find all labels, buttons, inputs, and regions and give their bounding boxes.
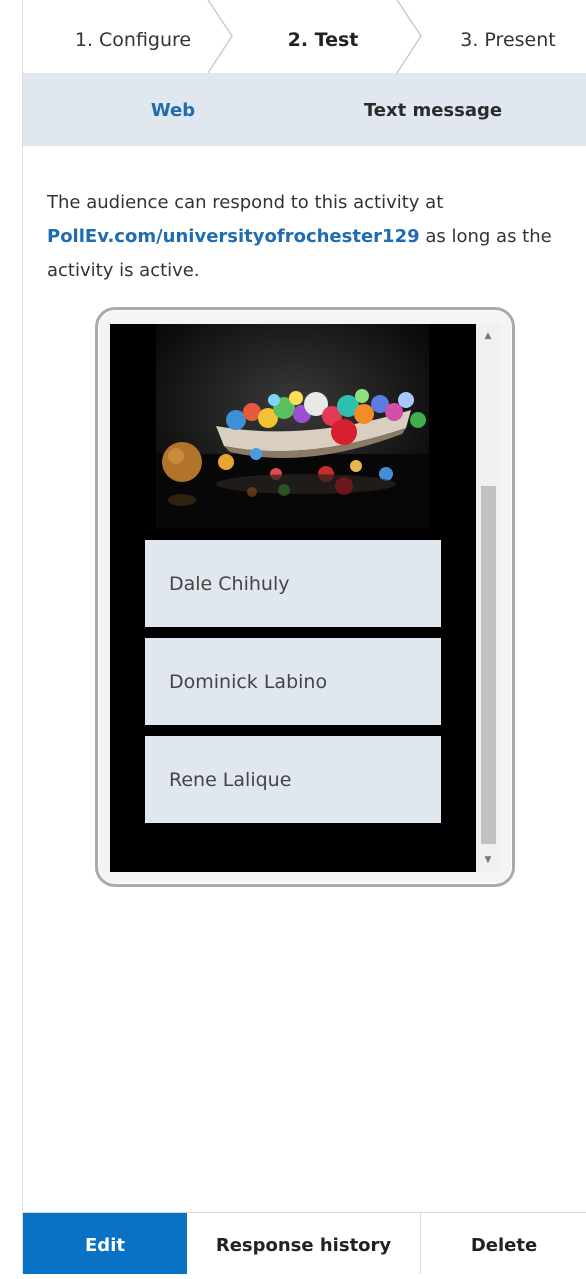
- scroll-thumb[interactable]: [481, 486, 496, 844]
- edit-button[interactable]: Edit: [23, 1213, 187, 1274]
- response-history-button[interactable]: Response history: [187, 1213, 421, 1274]
- answer-options: Dale Chihuly Dominick Labino Rene Laliqu…: [145, 540, 441, 834]
- step-present[interactable]: 3. Present: [433, 0, 583, 73]
- step-configure[interactable]: 1. Configure: [43, 0, 223, 73]
- step-separator-chevron: [396, 0, 422, 73]
- tab-web[interactable]: Web: [103, 73, 243, 146]
- phone-preview-frame: Dale Chihuly Dominick Labino Rene Laliqu…: [95, 307, 515, 887]
- steps-nav: 1. Configure 2. Test 3. Present: [23, 0, 586, 73]
- preview-scrollbar[interactable]: ▲ ▼: [476, 324, 500, 872]
- tab-text-message[interactable]: Text message: [343, 73, 523, 146]
- phone-preview-screen: Dale Chihuly Dominick Labino Rene Laliqu…: [110, 324, 500, 872]
- response-method-tabs: Web Text message: [23, 73, 586, 146]
- step-separator-chevron: [207, 0, 233, 73]
- answer-option[interactable]: Dominick Labino: [145, 638, 441, 725]
- scroll-down-icon[interactable]: ▼: [476, 850, 500, 870]
- delete-button[interactable]: Delete: [421, 1213, 586, 1274]
- action-bar: Edit Response history Delete: [23, 1212, 586, 1274]
- photo-illustration: [156, 324, 429, 528]
- answer-option[interactable]: Rene Lalique: [145, 736, 441, 823]
- activity-panel: 1. Configure 2. Test 3. Present Web Text…: [22, 0, 586, 1274]
- answer-option[interactable]: Dale Chihuly: [145, 540, 441, 627]
- scroll-up-icon[interactable]: ▲: [476, 326, 500, 346]
- glass-boats-photo: [156, 324, 429, 528]
- step-test[interactable]: 2. Test: [243, 0, 403, 73]
- response-instructions: The audience can respond to this activit…: [47, 186, 567, 288]
- poll-url-link[interactable]: PollEv.com/universityofrochester129: [47, 226, 420, 247]
- instructions-text-start: The audience can respond to this activit…: [47, 192, 444, 213]
